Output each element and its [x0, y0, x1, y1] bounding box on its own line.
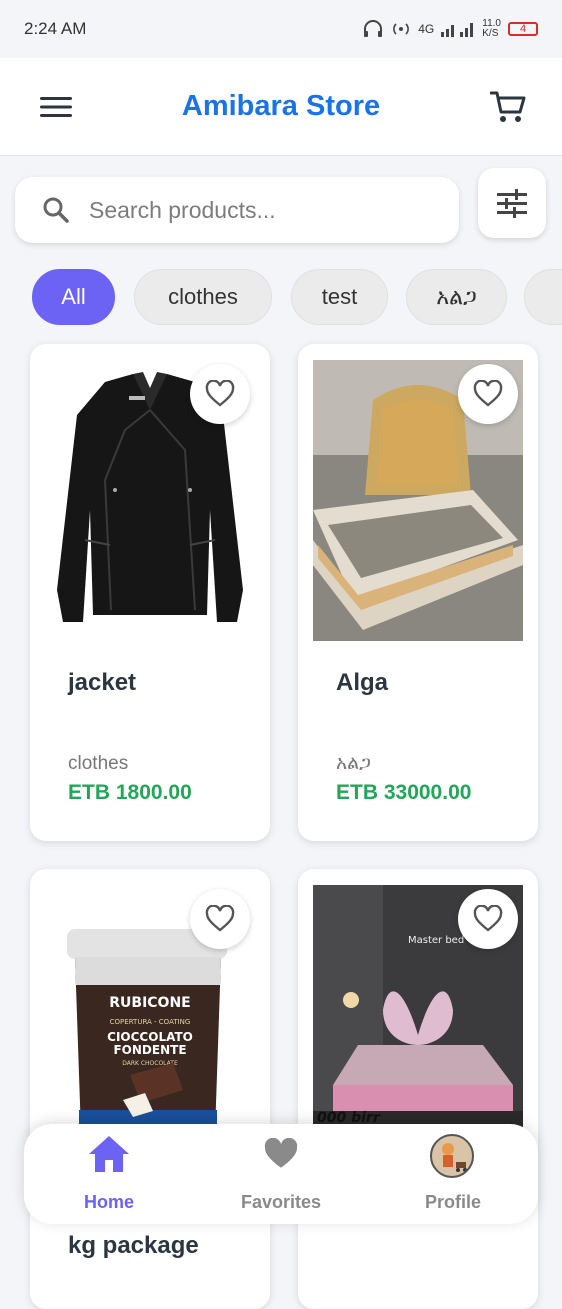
chip-alga[interactable]: አልጋ [406, 269, 507, 325]
heart-icon [264, 1138, 298, 1168]
nav-label-favorites: Favorites [240, 1192, 322, 1212]
nav-favorites[interactable]: Favorites [221, 1134, 341, 1216]
product-name: jacket [68, 669, 137, 696]
favorite-button[interactable] [458, 889, 518, 949]
heart-outline-icon [205, 380, 235, 407]
product-category: clothes [68, 753, 129, 774]
search-bar [15, 177, 459, 243]
hotspot-icon [393, 23, 410, 35]
product-card[interactable]: jacket clothes ETB 1800.00 [30, 344, 270, 841]
chip-all[interactable]: All [32, 269, 115, 325]
nav-profile[interactable]: Profile [393, 1134, 513, 1216]
cart-icon[interactable] [489, 90, 526, 124]
heart-outline-icon [473, 380, 503, 407]
product-price: ETB 33000.00 [336, 781, 472, 804]
bottom-navigation: Home Favorites Profile [24, 1124, 538, 1224]
app-bar: Amibara Store [0, 58, 562, 156]
product-card[interactable]: Master bed 000 birr [298, 869, 538, 1309]
nav-label-profile: Profile [424, 1192, 481, 1212]
network-speed: 11.0 K/S [482, 18, 501, 39]
battery-icon: 4 [508, 22, 538, 36]
signal-icon [441, 23, 474, 37]
avatar [430, 1134, 474, 1178]
app-title: Amibara Store [181, 90, 381, 122]
filter-sliders-icon [497, 189, 527, 218]
status-time: 2:24 AM [24, 19, 87, 38]
favorite-button[interactable] [458, 364, 518, 424]
nav-label-home: Home [83, 1192, 134, 1212]
product-category: አልጋ [336, 753, 371, 774]
home-icon [89, 1136, 129, 1172]
bucket-line1: COPERTURA - COATING [110, 1018, 191, 1026]
search-input[interactable] [87, 195, 421, 225]
headphones-icon [364, 20, 383, 37]
network-type: 4G [418, 22, 435, 36]
product-card[interactable]: RUBICONE COPERTURA - COATING CIOCCOLATO … [30, 869, 270, 1309]
filter-button[interactable] [478, 168, 546, 238]
hamburger-menu-icon[interactable] [40, 96, 72, 118]
search-icon [43, 197, 69, 223]
chip-more[interactable] [524, 269, 562, 325]
heart-outline-icon [205, 905, 235, 932]
product-name: Alga [336, 669, 389, 696]
favorite-button[interactable] [190, 364, 250, 424]
bucket-line3: FONDENTE [113, 1043, 186, 1057]
category-chips: All clothes test አልጋ [32, 269, 562, 327]
product-card[interactable]: Alga አልጋ ETB 33000.00 [298, 344, 538, 841]
bed-image-sign: Master bed [408, 935, 464, 946]
nav-home[interactable]: Home [49, 1134, 169, 1216]
product-name: kg package [68, 1232, 199, 1259]
battery-level: 4 [519, 23, 527, 35]
bucket-brand: RUBICONE [109, 995, 190, 1011]
product-price: ETB 1800.00 [68, 781, 192, 804]
chip-clothes[interactable]: clothes [134, 269, 272, 325]
bucket-line2: CIOCCOLATO [107, 1030, 193, 1044]
chip-test[interactable]: test [291, 269, 388, 325]
heart-outline-icon [473, 905, 503, 932]
status-bar: 2:24 AM 4G 11.0 K/S 4 [0, 0, 562, 58]
status-icons: 4G 11.0 K/S 4 [362, 19, 538, 39]
favorite-button[interactable] [190, 889, 250, 949]
